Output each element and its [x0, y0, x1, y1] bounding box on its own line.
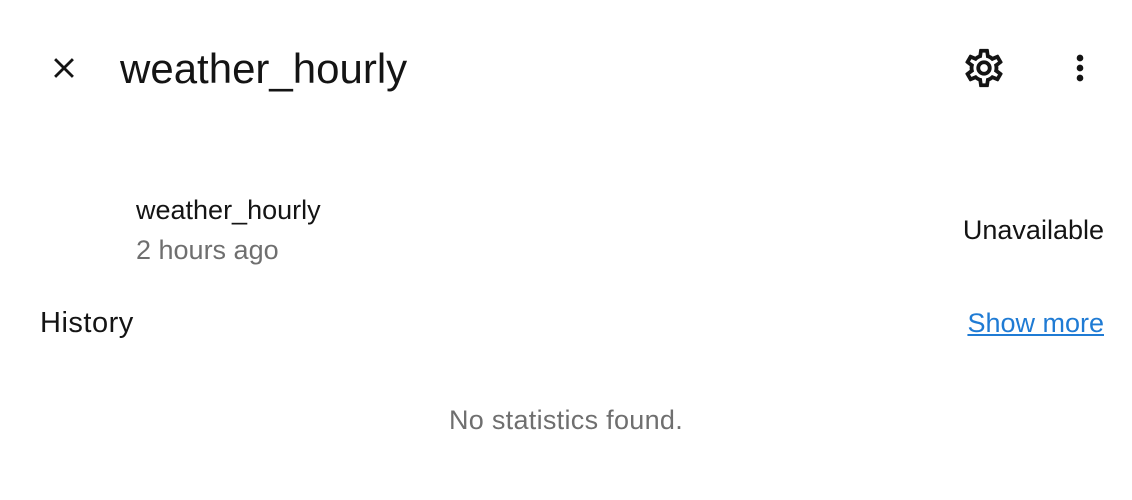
gear-icon: [965, 48, 1003, 88]
entity-last-changed: 2 hours ago: [136, 235, 279, 265]
history-title: History: [40, 307, 134, 339]
entity-name: weather_hourly: [136, 195, 321, 225]
dialog-header: weather_hourly: [0, 0, 1132, 140]
settings-button[interactable]: [958, 42, 1010, 94]
entity-state: Unavailable: [962, 215, 1104, 245]
empty-statistics-message: No statistics found.: [448, 405, 684, 435]
more-vertical-icon: [1076, 54, 1084, 82]
dialog-title: weather_hourly: [120, 45, 408, 92]
close-button[interactable]: [40, 44, 88, 92]
entity-row: weather_hourly 2 hours ago Unavailable: [0, 186, 1132, 276]
history-header: History Show more: [0, 300, 1132, 350]
more-options-button[interactable]: [1056, 42, 1104, 94]
close-icon: [54, 58, 74, 78]
show-more-link[interactable]: Show more: [967, 306, 1104, 340]
